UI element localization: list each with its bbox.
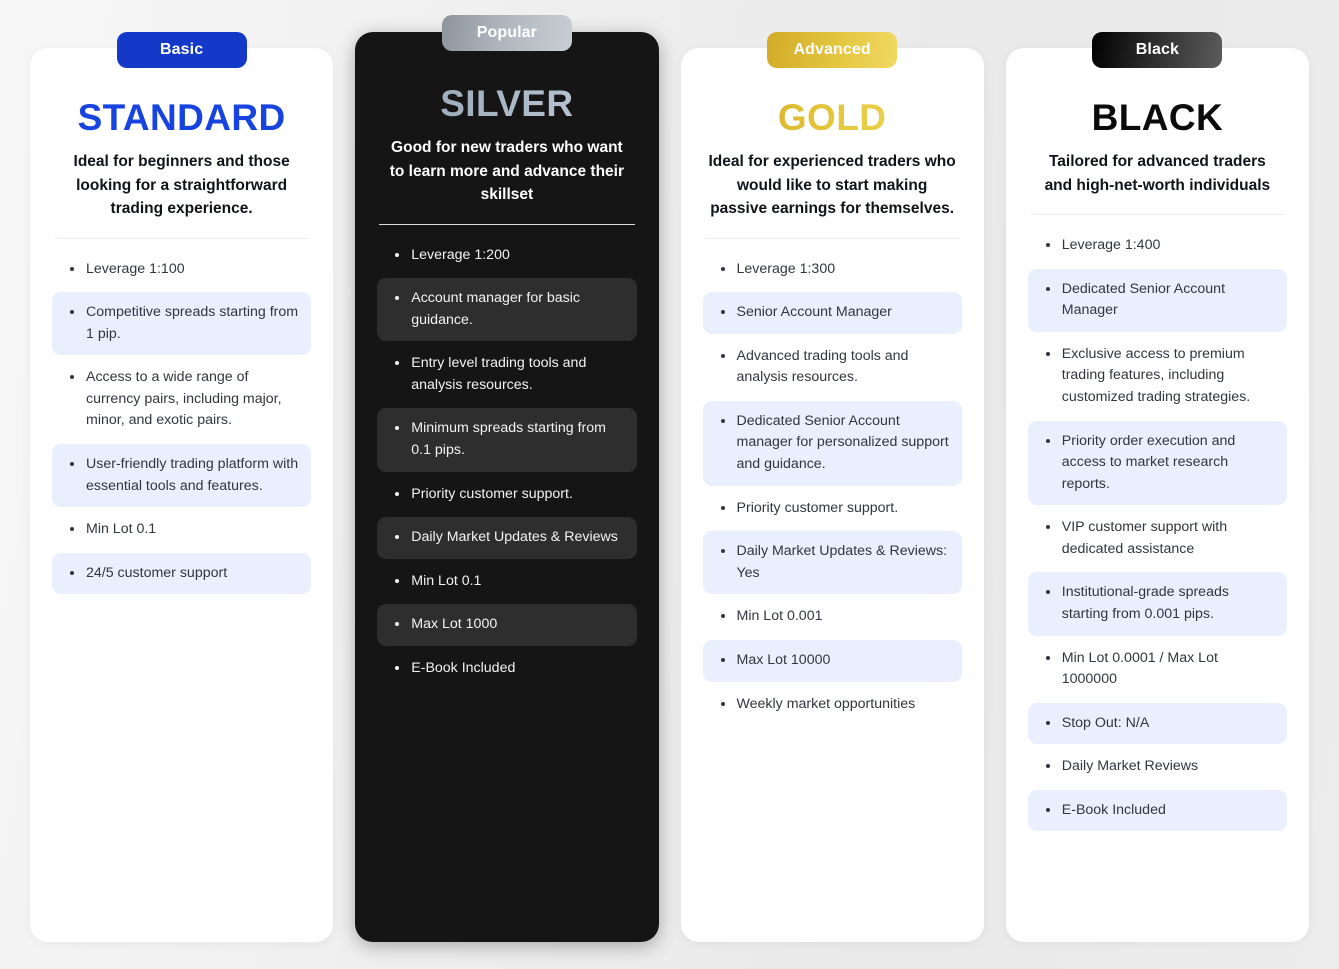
plan-divider (1029, 214, 1285, 216)
plan-card-black[interactable]: Black BLACK Tailored for advanced trader… (1005, 32, 1309, 942)
feature-item: E-Book Included (1027, 789, 1287, 832)
feature-list-gold: Leverage 1:300 Senior Account Manager Ad… (702, 249, 962, 726)
plan-description-standard: Ideal for beginners and those looking fo… (73, 152, 290, 218)
feature-item: Daily Market Reviews (1028, 746, 1287, 788)
feature-item: VIP customer support with dedicated assi… (1028, 507, 1287, 570)
feature-item: Priority customer support. (377, 474, 636, 516)
feature-item: Access to a wide range of currency pairs… (52, 357, 311, 442)
feature-item: Min Lot 0.0001 / Max Lot 1000000 (1028, 638, 1287, 701)
feature-item: Priority customer support. (703, 488, 962, 530)
feature-item: Min Lot 0.1 (52, 509, 311, 551)
plan-description-gold: Ideal for experienced traders who would … (708, 152, 956, 218)
feature-item: Dedicated Senior Account manager for per… (702, 400, 962, 486)
feature-item: Minimum spreads starting from 0.1 pips. (377, 408, 637, 472)
feature-item: Dedicated Senior Account Manager (1027, 268, 1287, 332)
plan-card-standard[interactable]: Basic STANDARD Ideal for beginners and t… (30, 32, 334, 942)
feature-item: Leverage 1:300 (703, 249, 962, 291)
feature-item: Min Lot 0.001 (703, 596, 962, 638)
plan-description-black: Tailored for advanced traders and high-n… (1044, 152, 1271, 194)
feature-item: Stop Out: N/A (1027, 702, 1287, 745)
plan-badge-basic: Basic (116, 32, 247, 68)
feature-item: Institutional-grade spreads starting fro… (1027, 572, 1287, 636)
feature-item: E-Book Included (377, 648, 636, 690)
feature-list-black: Leverage 1:400 Dedicated Senior Account … (1027, 225, 1287, 832)
plan-divider (704, 237, 960, 239)
feature-item: Priority order execution and access to m… (1027, 420, 1287, 506)
feature-item: Leverage 1:400 (1028, 225, 1287, 267)
feature-item: Leverage 1:100 (52, 249, 311, 291)
plan-title-silver: SILVER (377, 84, 636, 124)
feature-item: Daily Market Updates & Reviews: Yes (702, 531, 962, 595)
plan-title-gold: GOLD (703, 98, 962, 138)
feature-item: 24/5 customer support (52, 552, 312, 595)
feature-item: Max Lot 10000 (702, 639, 962, 682)
pricing-plans-container: Basic STANDARD Ideal for beginners and t… (0, 0, 1339, 969)
plan-title-black: BLACK (1091, 97, 1224, 138)
feature-item: Exclusive access to premium trading feat… (1028, 334, 1287, 419)
feature-list-standard: Leverage 1:100 Competitive spreads start… (52, 249, 312, 595)
feature-item: Senior Account Manager (702, 292, 962, 334)
feature-item: Leverage 1:200 (377, 235, 636, 277)
plan-divider (54, 237, 310, 239)
plan-title-standard: STANDARD (77, 97, 286, 138)
feature-item: Entry level trading tools and analysis r… (377, 343, 636, 406)
feature-item: Competitive spreads starting from 1 pip. (52, 292, 312, 356)
plan-divider (379, 223, 635, 225)
plan-card-gold[interactable]: Advanced GOLD Ideal for experienced trad… (680, 32, 984, 942)
feature-item: Max Lot 1000 (377, 604, 637, 646)
plan-badge-advanced: Advanced (767, 32, 898, 68)
feature-item: Account manager for basic guidance. (377, 278, 637, 342)
feature-list-silver: Leverage 1:200 Account manager for basic… (377, 235, 637, 690)
feature-item: Weekly market opportunities (703, 684, 962, 726)
feature-item: Daily Market Updates & Reviews (377, 517, 637, 559)
feature-item: Min Lot 0.1 (377, 561, 636, 603)
feature-item: Advanced trading tools and analysis reso… (703, 336, 962, 399)
plan-badge-popular: Popular (441, 15, 572, 51)
plan-description-silver: Good for new traders who want to learn m… (389, 138, 625, 204)
plan-badge-black: Black (1092, 32, 1223, 68)
plan-card-silver[interactable]: Popular SILVER Good for new traders who … (355, 15, 659, 942)
feature-item: User-friendly trading platform with esse… (52, 444, 312, 508)
